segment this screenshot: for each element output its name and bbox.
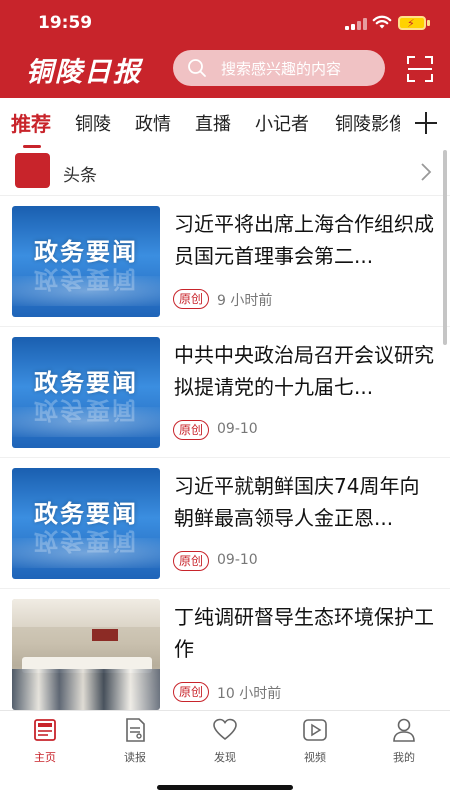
plus-icon-vertical <box>425 112 427 134</box>
news-time: 9 小时前 <box>217 293 273 309</box>
original-badge: 原创 <box>173 420 210 440</box>
news-icon <box>34 719 56 741</box>
news-title: 习近平将出席上海合作组织成员国元首理事会第二... <box>174 212 434 268</box>
cellular-signal-icon <box>345 18 367 30</box>
original-badge: 原创 <box>173 551 210 571</box>
thumbnail-text: 政务要闻 <box>34 369 138 397</box>
thumbnail-text: 政务要闻 <box>34 238 138 266</box>
app-screen: 19:59 ⚡ 铜陵日报 搜索感兴趣的内容 推荐 铜陵 政情 直播 小记者 铜陵… <box>0 0 450 800</box>
nav-label: 主页 <box>34 751 56 764</box>
photo-banner <box>92 629 118 641</box>
chevron-right-icon <box>421 163 432 181</box>
person-icon <box>393 718 415 742</box>
nav-read-paper[interactable]: 读报 <box>100 717 170 773</box>
news-photo <box>12 599 160 710</box>
thumbnail-reflection: 政务要闻 <box>34 265 138 293</box>
status-bar: 19:59 ⚡ <box>0 0 450 46</box>
nav-home[interactable]: 主页 <box>10 717 80 773</box>
category-tabs: 推荐 铜陵 政情 直播 小记者 铜陵影像 <box>0 98 450 148</box>
nav-video[interactable]: 视频 <box>280 717 350 773</box>
headline-label: 头条 <box>63 166 97 186</box>
wifi-icon <box>372 15 392 29</box>
nav-discover[interactable]: 发现 <box>190 717 260 773</box>
photo-people <box>12 669 160 710</box>
news-time: 09-10 <box>217 552 258 568</box>
news-title: 习近平就朝鲜国庆74周年向朝鲜最高领导人金正恩... <box>174 474 420 530</box>
tab-young-reporter[interactable]: 小记者 <box>255 110 309 136</box>
original-badge: 原创 <box>173 682 210 702</box>
battery-icon: ⚡ <box>398 16 426 30</box>
nav-label: 发现 <box>214 751 236 764</box>
news-thumbnail: 政务要闻 政务要闻 <box>12 468 160 579</box>
tab-live[interactable]: 直播 <box>195 110 231 136</box>
headline-icon <box>15 153 50 188</box>
search-placeholder: 搜索感兴趣的内容 <box>221 60 342 78</box>
news-time: 10 小时前 <box>217 686 282 702</box>
news-item[interactable]: 丁纯调研督导生态环境保护工作 原创 10 小时前 <box>0 589 450 720</box>
thumbnail-reflection: 政务要闻 <box>34 527 138 555</box>
headline-row[interactable]: 头条 <box>0 148 450 196</box>
scrollbar[interactable] <box>443 150 447 345</box>
photo-ceiling <box>12 599 160 627</box>
heart-icon <box>213 718 237 741</box>
news-title: 中共中央政治局召开会议研究拟提请党的十九届七... <box>174 343 434 399</box>
tab-recommend[interactable]: 推荐 <box>11 108 51 137</box>
status-time: 19:59 <box>38 13 93 33</box>
thumbnail-reflection: 政务要闻 <box>34 396 138 424</box>
news-time: 09-10 <box>217 421 258 437</box>
home-indicator[interactable] <box>157 785 293 790</box>
search-input[interactable]: 搜索感兴趣的内容 <box>173 50 385 86</box>
search-icon <box>188 59 206 77</box>
newspaper-icon <box>126 718 145 742</box>
nav-label: 读报 <box>124 751 146 764</box>
battery-tip <box>427 20 430 26</box>
app-logo: 铜陵日报 <box>26 57 142 88</box>
news-item[interactable]: 政务要闻 政务要闻 习近平就朝鲜国庆74周年向朝鲜最高领导人金正恩... 原创 … <box>0 458 450 589</box>
header: 19:59 ⚡ 铜陵日报 搜索感兴趣的内容 <box>0 0 450 98</box>
scan-icon[interactable] <box>407 56 433 82</box>
news-title: 丁纯调研督导生态环境保护工作 <box>174 605 434 661</box>
news-thumbnail: 政务要闻 政务要闻 <box>12 206 160 317</box>
original-badge: 原创 <box>173 289 210 309</box>
tab-tongling[interactable]: 铜陵 <box>75 110 111 136</box>
tab-politics[interactable]: 政情 <box>135 110 171 136</box>
nav-profile[interactable]: 我的 <box>369 717 439 773</box>
news-item[interactable]: 政务要闻 政务要闻 中共中央政治局召开会议研究拟提请党的十九届七... 原创 0… <box>0 327 450 458</box>
tab-tongling-image[interactable]: 铜陵影像 <box>335 110 407 136</box>
thumbnail-text: 政务要闻 <box>34 500 138 528</box>
news-item[interactable]: 政务要闻 政务要闻 习近平将出席上海合作组织成员国元首理事会第二... 原创 9… <box>0 196 450 327</box>
nav-label: 视频 <box>304 751 326 764</box>
add-tab-button[interactable] <box>400 98 450 148</box>
play-icon <box>303 719 327 741</box>
nav-label: 我的 <box>393 751 415 764</box>
news-thumbnail: 政务要闻 政务要闻 <box>12 337 160 448</box>
